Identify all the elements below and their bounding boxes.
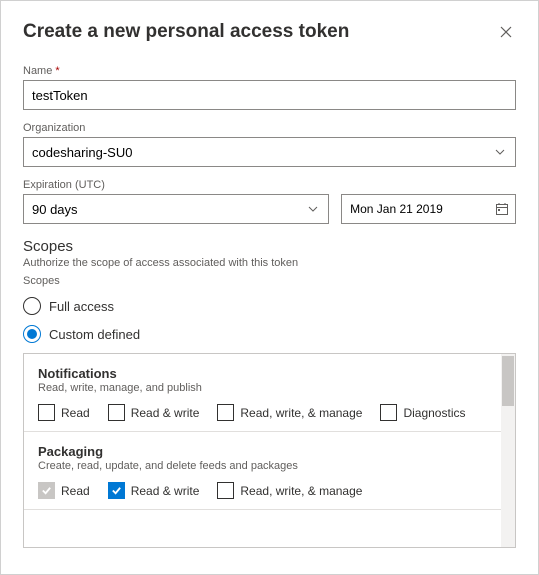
checkbox-item[interactable]: Read, write, & manage: [217, 482, 362, 499]
checkbox-label: Read, write, & manage: [240, 406, 362, 420]
checkbox-row: Read Read & write Read, write, & manage Dia…: [38, 404, 501, 421]
organization-field: Organization: [23, 122, 516, 167]
checkbox-item[interactable]: Read: [38, 404, 90, 421]
checkbox-item[interactable]: Read, write, & manage: [217, 404, 362, 421]
expiration-label: Expiration (UTC): [23, 179, 516, 191]
scope-section-desc: Create, read, update, and delete feeds a…: [38, 460, 501, 472]
organization-select[interactable]: [23, 137, 516, 167]
checkbox-label: Read & write: [131, 406, 200, 420]
panel-header: Create a new personal access token: [23, 21, 516, 43]
scopes-group-label: Scopes: [23, 275, 516, 287]
radio-label: Custom defined: [49, 327, 140, 342]
checkbox-label: Diagnostics: [403, 406, 465, 420]
radio-icon: [23, 297, 41, 315]
expiration-field: Expiration (UTC): [23, 179, 516, 224]
checkbox-label: Read & write: [131, 484, 200, 498]
expiration-date-wrap: [341, 194, 516, 224]
checkbox-item: Read: [38, 482, 90, 499]
name-input[interactable]: [23, 80, 516, 110]
checkbox-icon: [380, 404, 397, 421]
checkbox-item[interactable]: Diagnostics: [380, 404, 465, 421]
checkbox-label: Read: [61, 406, 90, 420]
checkbox-label: Read, write, & manage: [240, 484, 362, 498]
radio-custom-defined[interactable]: Custom defined: [23, 325, 516, 343]
checkbox-item[interactable]: Read & write: [108, 482, 200, 499]
required-asterisk: *: [55, 65, 59, 77]
create-token-panel: Create a new personal access token Name …: [0, 0, 539, 575]
scope-section-notifications: NotificationsRead, write, manage, and pu…: [24, 354, 515, 432]
scope-section-title: Notifications: [38, 366, 501, 381]
checkbox-icon: [217, 404, 234, 421]
organization-input[interactable]: [23, 137, 516, 167]
name-field: Name *: [23, 65, 516, 110]
panel-title: Create a new personal access token: [23, 21, 349, 43]
scope-section-desc: Read, write, manage, and publish: [38, 382, 501, 394]
checkbox-icon: [108, 482, 125, 499]
scopes-radio-group: Full access Custom defined: [23, 297, 516, 343]
checkbox-row: Read Read & write Read, write, & manage: [38, 482, 501, 499]
scrollbar-thumb[interactable]: [502, 356, 514, 406]
name-label: Name *: [23, 65, 516, 77]
scrollbar-track[interactable]: [501, 354, 515, 547]
expiration-date-input[interactable]: [341, 194, 516, 224]
scopes-title: Scopes: [23, 238, 516, 255]
checkbox-icon: [38, 404, 55, 421]
scope-section-title: Packaging: [38, 444, 501, 459]
expiration-duration-input[interactable]: [23, 194, 329, 224]
checkbox-icon: [108, 404, 125, 421]
expiration-duration-select[interactable]: [23, 194, 329, 224]
scopes-list[interactable]: NotificationsRead, write, manage, and pu…: [23, 353, 516, 548]
organization-label: Organization: [23, 122, 516, 134]
checkbox-icon: [217, 482, 234, 499]
radio-label: Full access: [49, 299, 114, 314]
checkbox-label: Read: [61, 484, 90, 498]
radio-full-access[interactable]: Full access: [23, 297, 516, 315]
close-button[interactable]: [496, 22, 516, 42]
scope-section-packaging: PackagingCreate, read, update, and delet…: [24, 432, 515, 510]
radio-icon: [23, 325, 41, 343]
checkbox-icon: [38, 482, 55, 499]
close-icon: [500, 26, 512, 38]
scopes-subtitle: Authorize the scope of access associated…: [23, 257, 516, 269]
checkbox-item[interactable]: Read & write: [108, 404, 200, 421]
